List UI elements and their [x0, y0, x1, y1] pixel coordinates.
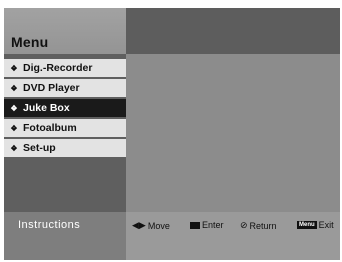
move-hint: ◀▶ Move: [132, 220, 170, 231]
menu-list: ❖ Dig.-Recorder ❖ DVD Player ❖ Juke Box …: [4, 59, 126, 159]
enter-key-icon: [190, 221, 200, 229]
sidebar: ❖ Dig.-Recorder ❖ DVD Player ❖ Juke Box …: [4, 54, 126, 212]
sidebar-item-label: Fotoalbum: [23, 122, 77, 134]
return-hint: ⊘ Return: [240, 220, 277, 231]
menu-key-icon: Menu: [297, 221, 317, 229]
diamond-bullet-icon: ❖: [10, 123, 18, 133]
diamond-bullet-icon: ❖: [10, 83, 18, 93]
title-bar: Menu: [4, 8, 340, 54]
diamond-bullet-icon: ❖: [10, 103, 18, 113]
exit-label: Exit: [318, 220, 334, 230]
enter-hint: Enter: [190, 220, 224, 230]
menu-screen: Menu ❖ Dig.-Recorder ❖ DVD Player ❖ Juke…: [4, 8, 340, 260]
move-label: Move: [147, 220, 170, 231]
page-title: Menu: [11, 34, 49, 50]
sidebar-item-set-up[interactable]: ❖ Set-up: [4, 139, 126, 157]
exit-hint: Menu Exit: [297, 220, 334, 230]
sidebar-item-label: Juke Box: [23, 102, 70, 114]
sidebar-item-label: Dig.-Recorder: [23, 62, 93, 74]
left-right-arrows-icon: ◀▶: [132, 220, 146, 230]
sidebar-item-fotoalbum[interactable]: ❖ Fotoalbum: [4, 119, 126, 137]
enter-label: Enter: [202, 220, 224, 230]
diamond-bullet-icon: ❖: [10, 143, 18, 153]
return-icon: ⊘: [240, 220, 248, 230]
sidebar-item-dvd-player[interactable]: ❖ DVD Player: [4, 79, 126, 97]
content-panel: [126, 54, 340, 212]
instructions-panel: Instructions: [4, 212, 126, 260]
instructions-bar: Instructions ◀▶ Move Enter ⊘ Return Menu…: [4, 212, 340, 260]
diamond-bullet-icon: ❖: [10, 63, 18, 73]
sidebar-item-label: DVD Player: [23, 82, 80, 94]
instructions-title: Instructions: [18, 219, 81, 231]
sidebar-item-juke-box[interactable]: ❖ Juke Box: [4, 99, 126, 117]
sidebar-item-label: Set-up: [23, 142, 56, 154]
title-panel: Menu: [4, 8, 126, 54]
return-label: Return: [249, 220, 277, 231]
sidebar-item-dig-recorder[interactable]: ❖ Dig.-Recorder: [4, 59, 126, 77]
